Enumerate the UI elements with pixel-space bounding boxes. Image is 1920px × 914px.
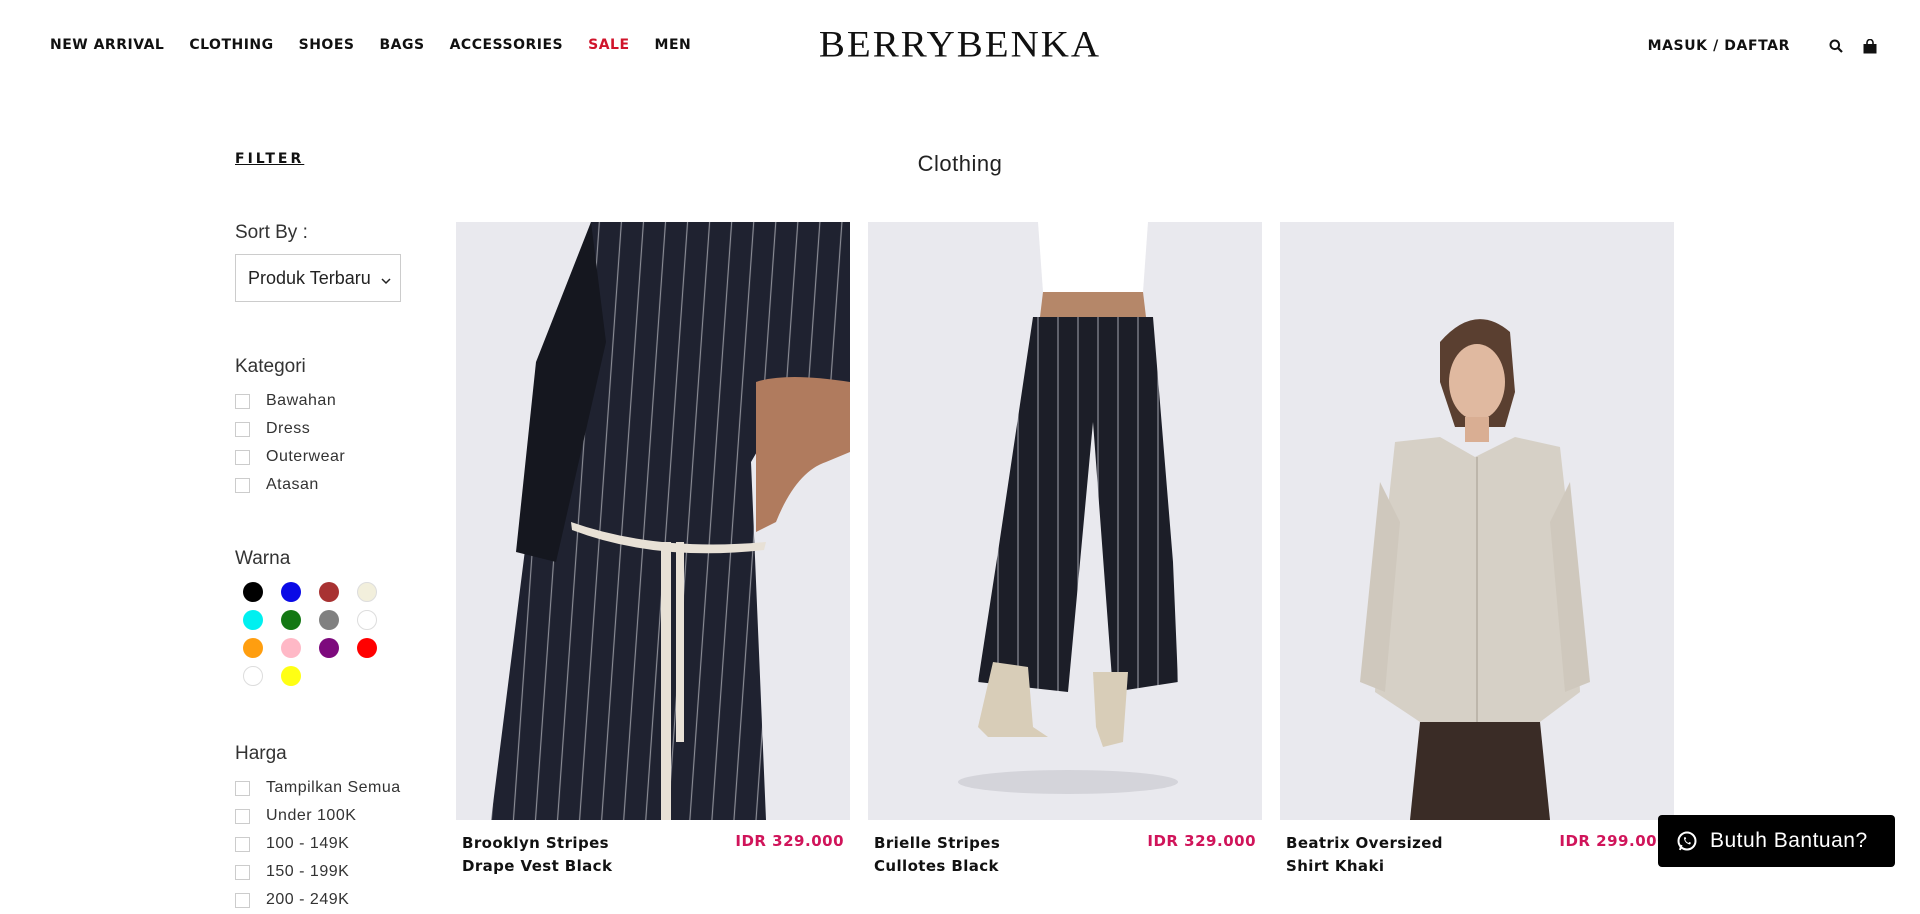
- product-info: Brielle Stripes Cullotes Black IDR 329.0…: [868, 820, 1262, 878]
- kategori-option-label: Dress: [266, 420, 311, 437]
- kategori-option-label: Bawahan: [266, 392, 337, 409]
- product-card[interactable]: Brooklyn Stripes Drape Vest Black IDR 32…: [456, 222, 850, 878]
- chevron-down-icon: [380, 271, 392, 292]
- product-name[interactable]: Brooklyn Stripes Drape Vest Black: [462, 832, 662, 878]
- sort-select[interactable]: Produk Terbaru: [235, 254, 401, 302]
- color-swatch[interactable]: [243, 638, 263, 658]
- kategori-option[interactable]: Bawahan: [235, 387, 345, 415]
- kategori-list: Bawahan Dress Outerwear Atasan: [235, 387, 345, 499]
- product-image[interactable]: [456, 222, 850, 820]
- sort-select-value: Produk Terbaru: [248, 267, 371, 288]
- color-swatch[interactable]: [243, 610, 263, 630]
- color-swatch[interactable]: [319, 638, 339, 658]
- kategori-option-label: Outerwear: [266, 448, 346, 465]
- checkbox[interactable]: [235, 421, 250, 437]
- kategori-heading: Kategori: [235, 356, 306, 377]
- cart-icon[interactable]: [1860, 36, 1880, 56]
- harga-option-label: Under 100K: [266, 807, 357, 824]
- color-swatch[interactable]: [357, 582, 377, 602]
- checkbox[interactable]: [235, 808, 250, 824]
- color-swatches: [243, 582, 377, 686]
- checkbox[interactable]: [235, 780, 250, 796]
- product-image[interactable]: [868, 222, 1262, 820]
- color-swatch[interactable]: [281, 666, 301, 686]
- account-nav: MASUK / DAFTAR: [1648, 36, 1880, 56]
- harga-option-label: Tampilkan Semua: [266, 779, 401, 796]
- product-price: IDR 329.000: [735, 832, 844, 850]
- product-card[interactable]: Brielle Stripes Cullotes Black IDR 329.0…: [868, 222, 1262, 878]
- whatsapp-help-button[interactable]: Butuh Bantuan?: [1658, 815, 1895, 867]
- sort-by-label: Sort By :: [235, 222, 308, 243]
- color-swatch[interactable]: [357, 638, 377, 658]
- checkbox[interactable]: [235, 892, 250, 908]
- color-swatch[interactable]: [243, 666, 263, 686]
- site-logo[interactable]: BERRYBENKA: [0, 22, 1920, 67]
- harga-list: Tampilkan Semua Under 100K 100 - 149K 15…: [235, 774, 401, 914]
- harga-option-label: 150 - 199K: [266, 863, 350, 880]
- product-info: Beatrix Oversized Shirt Khaki IDR 299.00…: [1280, 820, 1674, 878]
- color-swatch[interactable]: [281, 638, 301, 658]
- site-header: NEW ARRIVAL CLOTHING SHOES BAGS ACCESSOR…: [0, 0, 1920, 92]
- product-image[interactable]: [1280, 222, 1674, 820]
- kategori-option[interactable]: Outerwear: [235, 443, 345, 471]
- color-swatch[interactable]: [319, 610, 339, 630]
- color-swatch[interactable]: [243, 582, 263, 602]
- harga-option[interactable]: 200 - 249K: [235, 886, 401, 914]
- checkbox[interactable]: [235, 864, 250, 880]
- product-price: IDR 299.000: [1559, 832, 1668, 850]
- product-name[interactable]: Beatrix Oversized Shirt Khaki: [1286, 832, 1486, 878]
- login-register-link[interactable]: MASUK / DAFTAR: [1648, 38, 1790, 54]
- color-swatch[interactable]: [357, 610, 377, 630]
- color-swatch[interactable]: [319, 582, 339, 602]
- checkbox[interactable]: [235, 477, 250, 493]
- checkbox[interactable]: [235, 836, 250, 852]
- harga-option-label: 100 - 149K: [266, 835, 350, 852]
- logo-text[interactable]: BERRYBENKA: [819, 23, 1101, 66]
- product-info: Brooklyn Stripes Drape Vest Black IDR 32…: [456, 820, 850, 878]
- whatsapp-icon: [1676, 830, 1698, 852]
- kategori-option-label: Atasan: [266, 476, 319, 493]
- harga-option[interactable]: Tampilkan Semua: [235, 774, 401, 802]
- search-icon[interactable]: [1826, 36, 1846, 56]
- kategori-option[interactable]: Atasan: [235, 471, 345, 499]
- warna-heading: Warna: [235, 548, 291, 569]
- harga-option[interactable]: 150 - 199K: [235, 858, 401, 886]
- color-swatch[interactable]: [281, 582, 301, 602]
- harga-option[interactable]: 100 - 149K: [235, 830, 401, 858]
- harga-option-label: 200 - 249K: [266, 891, 350, 908]
- help-label: Butuh Bantuan?: [1710, 829, 1868, 852]
- harga-option[interactable]: Under 100K: [235, 802, 401, 830]
- color-swatch[interactable]: [281, 610, 301, 630]
- product-price: IDR 329.000: [1147, 832, 1256, 850]
- product-name[interactable]: Brielle Stripes Cullotes Black: [874, 832, 1074, 878]
- product-card[interactable]: Beatrix Oversized Shirt Khaki IDR 299.00…: [1280, 222, 1674, 878]
- checkbox[interactable]: [235, 449, 250, 465]
- checkbox[interactable]: [235, 393, 250, 409]
- page-title: Clothing: [917, 151, 1003, 176]
- harga-heading: Harga: [235, 743, 287, 764]
- kategori-option[interactable]: Dress: [235, 415, 345, 443]
